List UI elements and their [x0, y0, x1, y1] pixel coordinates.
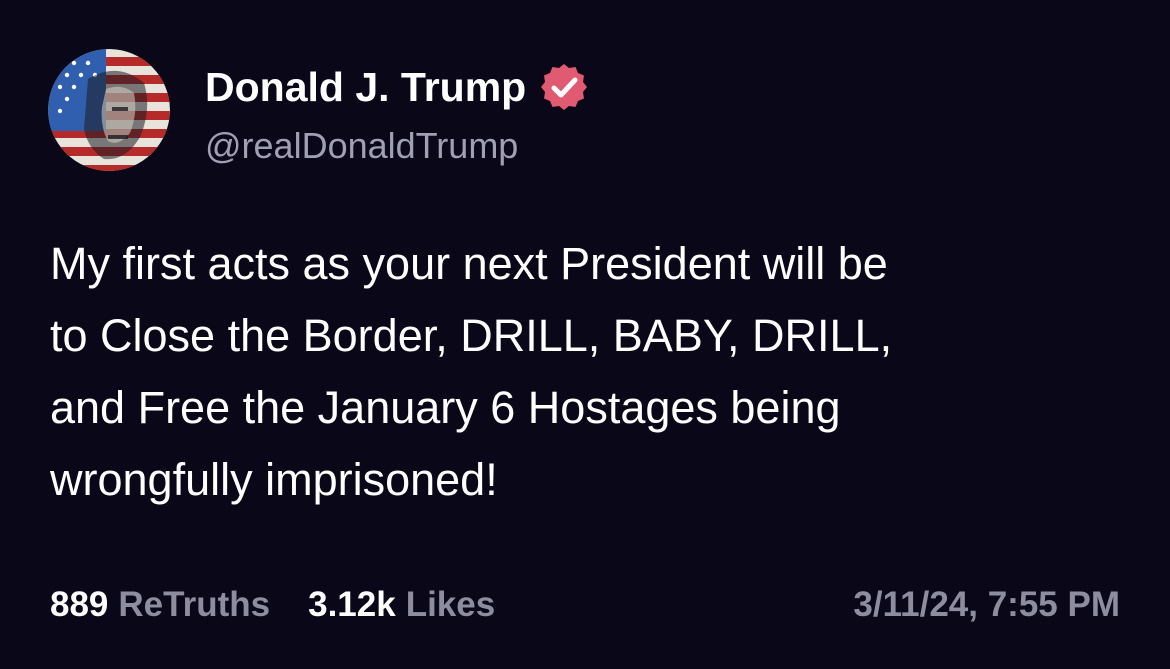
- post-text: My first acts as your next President wil…: [50, 238, 893, 505]
- verified-badge-icon: [538, 61, 590, 113]
- retruths-count: 889: [50, 585, 109, 624]
- author-handle[interactable]: @realDonaldTrump: [205, 125, 518, 167]
- flag-portrait-avatar-icon: [48, 49, 170, 171]
- likes-stat[interactable]: 3.12k Likes: [308, 585, 495, 625]
- author-name-row: Donald J. Trump: [205, 62, 590, 112]
- avatar[interactable]: [48, 49, 170, 171]
- post-stats: 889 ReTruths 3.12k Likes: [50, 582, 495, 628]
- retruths-stat[interactable]: 889 ReTruths: [50, 585, 270, 625]
- post-card: Donald J. Trump @realDonaldTrump My firs…: [0, 0, 1170, 669]
- retruths-label: ReTruths: [118, 585, 271, 624]
- likes-count: 3.12k: [308, 585, 396, 624]
- likes-label: Likes: [405, 585, 496, 624]
- post-timestamp[interactable]: 3/11/24, 7:55 PM: [853, 582, 1120, 628]
- author-display-name[interactable]: Donald J. Trump: [205, 64, 526, 111]
